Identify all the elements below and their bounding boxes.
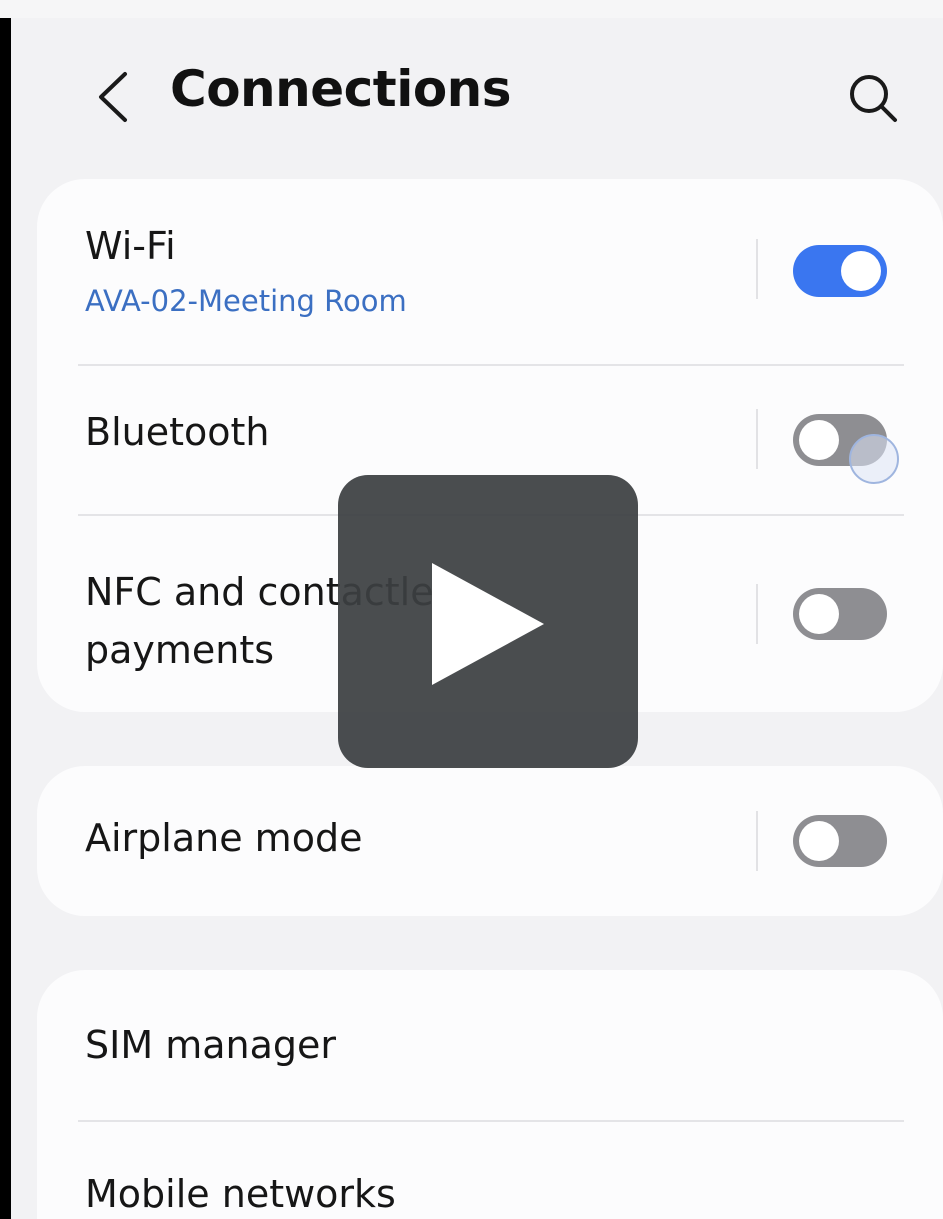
app-header: Connections	[11, 18, 943, 168]
bluetooth-label: Bluetooth	[85, 410, 270, 454]
wifi-label: Wi-Fi	[85, 224, 176, 268]
wifi-network-name: AVA-02-Meeting Room	[85, 284, 407, 318]
page-title: Connections	[170, 60, 512, 118]
row-separator	[756, 409, 758, 469]
toggle-knob	[841, 251, 881, 291]
settings-screen: Connections Wi-Fi AVA-02-Meeting Room Bl…	[0, 0, 943, 1219]
sim-manager-label: SIM manager	[85, 1023, 336, 1067]
row-separator	[756, 239, 758, 299]
sim-manager-row[interactable]: SIM manager	[37, 970, 943, 1120]
chevron-left-icon	[99, 72, 127, 122]
airplane-mode-row[interactable]: Airplane mode	[37, 766, 943, 916]
airplane-mode-label: Airplane mode	[85, 816, 363, 860]
row-separator	[756, 584, 758, 644]
screen-edge	[0, 18, 11, 1219]
play-icon	[432, 563, 544, 685]
row-separator	[756, 811, 758, 871]
touch-indicator	[849, 434, 899, 484]
toggle-knob	[799, 594, 839, 634]
toggle-knob	[799, 821, 839, 861]
video-play-overlay[interactable]	[338, 475, 638, 768]
search-button[interactable]	[843, 70, 903, 126]
wifi-row[interactable]: Wi-Fi AVA-02-Meeting Room	[37, 179, 943, 364]
back-button[interactable]	[87, 70, 141, 124]
toggle-knob	[799, 420, 839, 460]
airplane-mode-toggle[interactable]	[793, 815, 887, 867]
nfc-label-line2: payments	[85, 628, 275, 672]
mobile-networks-label: Mobile networks	[85, 1172, 396, 1216]
connections-card-airplane: Airplane mode	[37, 766, 943, 916]
search-icon	[850, 75, 897, 122]
mobile-networks-row[interactable]: Mobile networks	[37, 1122, 943, 1219]
nfc-toggle[interactable]	[793, 588, 887, 640]
wifi-toggle[interactable]	[793, 245, 887, 297]
status-bar-area	[0, 0, 943, 18]
connections-card-sim: SIM manager Mobile networks	[37, 970, 943, 1219]
